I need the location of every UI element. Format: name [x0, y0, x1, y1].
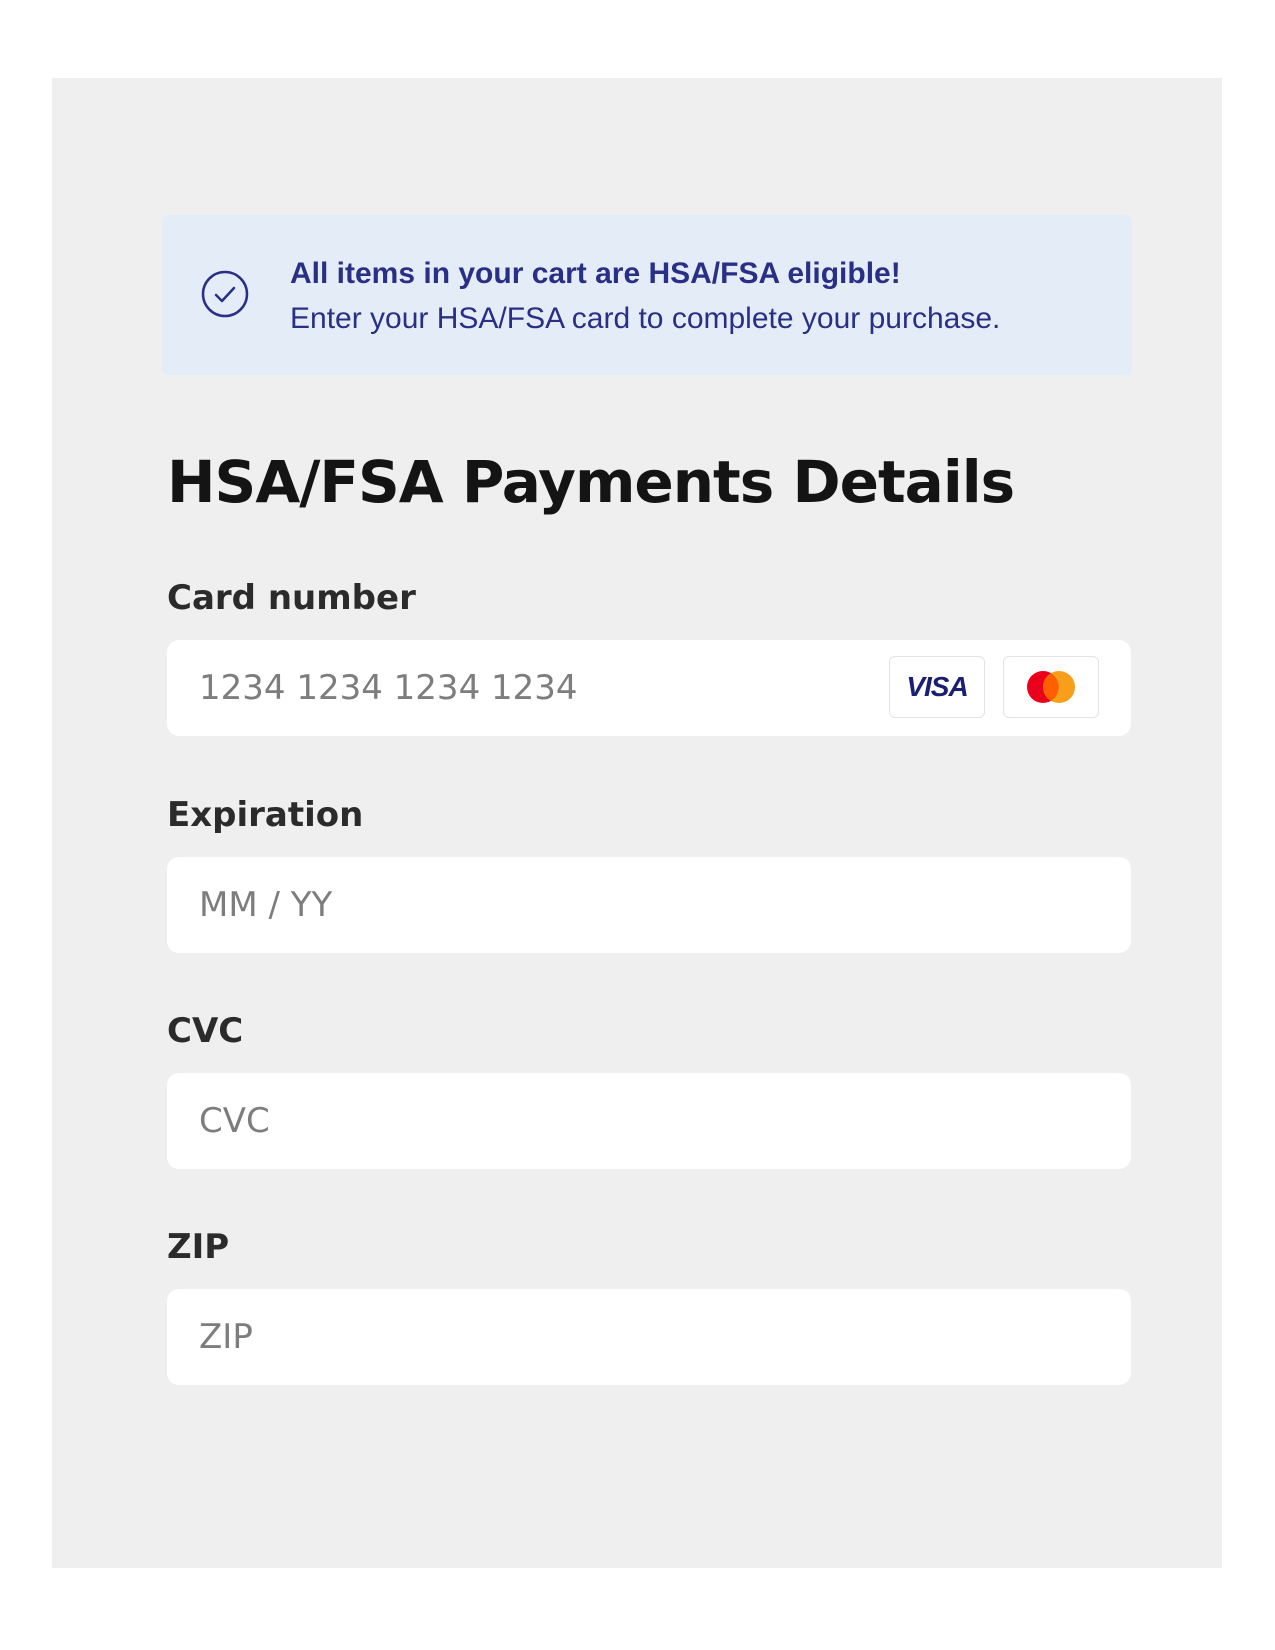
- payment-panel: All items in your cart are HSA/FSA eligi…: [52, 78, 1222, 1568]
- expiration-input[interactable]: [199, 857, 799, 953]
- card-number-input[interactable]: [199, 640, 799, 736]
- visa-logo-text: VISA: [906, 671, 968, 702]
- card-number-label: Card number: [167, 578, 416, 618]
- zip-label: ZIP: [167, 1227, 230, 1267]
- mastercard-logo: [1003, 656, 1099, 718]
- page-title: HSA/FSA Payments Details: [167, 448, 1015, 516]
- expiration-field[interactable]: [167, 857, 1131, 953]
- page: All items in your cart are HSA/FSA eligi…: [0, 0, 1275, 1650]
- expiration-label: Expiration: [167, 795, 364, 835]
- cvc-field[interactable]: [167, 1073, 1131, 1169]
- card-number-field[interactable]: VISA: [167, 640, 1131, 736]
- cvc-input[interactable]: [199, 1073, 799, 1169]
- zip-field[interactable]: [167, 1289, 1131, 1385]
- check-circle-icon: [200, 269, 250, 319]
- banner-title: All items in your cart are HSA/FSA eligi…: [290, 257, 901, 290]
- visa-logo: VISA: [889, 656, 985, 718]
- eligibility-banner: All items in your cart are HSA/FSA eligi…: [162, 215, 1132, 375]
- banner-subtitle: Enter your HSA/FSA card to complete your…: [290, 302, 1001, 335]
- zip-input[interactable]: [199, 1289, 799, 1385]
- banner-text: All items in your cart are HSA/FSA eligi…: [290, 251, 1000, 341]
- cvc-label: CVC: [167, 1011, 244, 1051]
